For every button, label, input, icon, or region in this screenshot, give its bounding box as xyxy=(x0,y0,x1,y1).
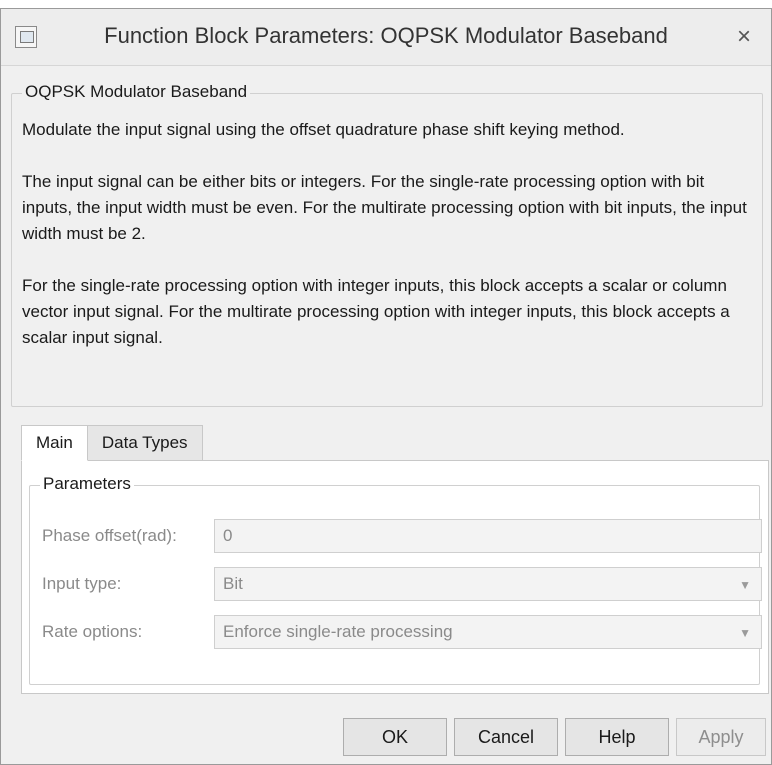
input-type-select[interactable]: Bit ▼ xyxy=(214,567,762,601)
tab-data-types[interactable]: Data Types xyxy=(86,425,203,461)
description-paragraph-1: Modulate the input signal using the offs… xyxy=(22,120,625,139)
description-paragraph-2: The input signal can be either bits or i… xyxy=(22,172,747,243)
chevron-down-icon: ▼ xyxy=(739,626,751,640)
parameters-group: Parameters Phase offset(rad): 0 Input ty… xyxy=(29,474,762,685)
tab-main[interactable]: Main xyxy=(21,425,88,461)
window-title: Function Block Parameters: OQPSK Modulat… xyxy=(104,23,668,48)
input-type-row: Input type: Bit ▼ xyxy=(42,567,762,601)
phase-offset-input[interactable]: 0 xyxy=(214,519,762,553)
rate-options-row: Rate options: Enforce single-rate proces… xyxy=(42,615,762,649)
apply-button[interactable]: Apply xyxy=(676,718,766,756)
input-type-value: Bit xyxy=(223,574,243,593)
help-button[interactable]: Help xyxy=(565,718,669,756)
rate-options-select[interactable]: Enforce single-rate processing ▼ xyxy=(214,615,762,649)
tab-bar: Main Data Types xyxy=(21,425,203,461)
block-parameters-dialog: Function Block Parameters: OQPSK Modulat… xyxy=(0,8,772,765)
title-bar[interactable]: Function Block Parameters: OQPSK Modulat… xyxy=(1,9,771,66)
description-group-title: OQPSK Modulator Baseband xyxy=(22,82,251,102)
phase-offset-label: Phase offset(rad): xyxy=(42,526,177,545)
parameters-group-title: Parameters xyxy=(40,474,134,494)
ok-button[interactable]: OK xyxy=(343,718,447,756)
phase-offset-row: Phase offset(rad): 0 xyxy=(42,519,762,553)
close-icon: × xyxy=(736,23,751,50)
rate-options-value: Enforce single-rate processing xyxy=(223,622,453,641)
phase-offset-value: 0 xyxy=(223,526,233,545)
main-tab-panel: Parameters Phase offset(rad): 0 Input ty… xyxy=(21,460,769,694)
description-group: OQPSK Modulator Baseband Modulate the in… xyxy=(11,82,763,407)
cancel-button[interactable]: Cancel xyxy=(454,718,558,756)
rate-options-label: Rate options: xyxy=(42,622,143,641)
input-type-label: Input type: xyxy=(42,574,122,593)
description-paragraph-3: For the single-rate processing option wi… xyxy=(22,276,730,347)
chevron-down-icon: ▼ xyxy=(739,578,751,592)
app-icon xyxy=(15,26,37,48)
close-button[interactable]: × xyxy=(717,9,771,65)
